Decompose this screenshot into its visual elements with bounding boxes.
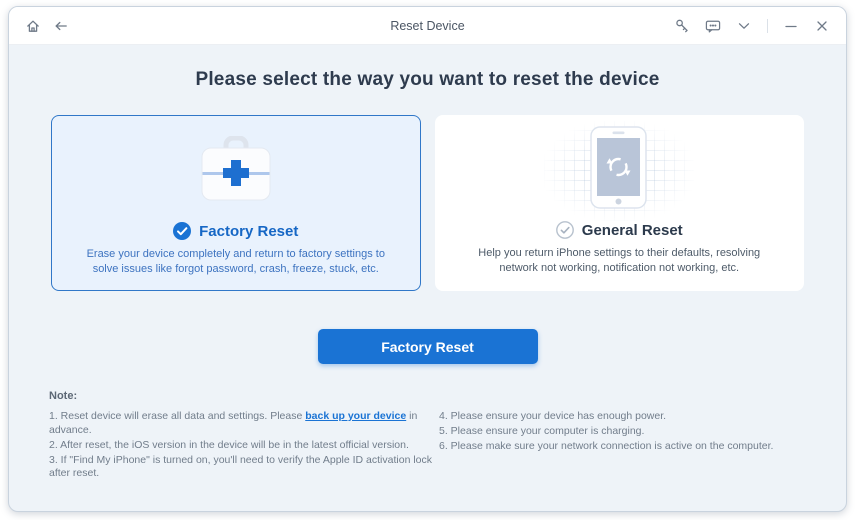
note-columns: 1. Reset device will erase all data and … bbox=[49, 410, 806, 482]
note-item-1: 1. Reset device will erase all data and … bbox=[49, 410, 433, 437]
note-item-3: 3. If "Find My iPhone" is turned on, you… bbox=[49, 453, 432, 480]
notes-section: Note: 1. Reset device will erase all dat… bbox=[49, 390, 806, 482]
note-column-left: 1. Reset device will erase all data and … bbox=[49, 410, 433, 482]
general-reset-card[interactable]: General Reset Help you return iPhone set… bbox=[434, 115, 805, 291]
note-column-right: 4. Please ensure your device has enough … bbox=[439, 410, 806, 482]
selected-check-icon bbox=[173, 222, 192, 240]
factory-reset-card[interactable]: Factory Reset Erase your device complete… bbox=[51, 115, 421, 291]
unselected-check-icon bbox=[555, 221, 574, 239]
minimize-icon[interactable] bbox=[783, 18, 799, 34]
note-item-4: 4. Please ensure your device has enough … bbox=[439, 410, 667, 422]
home-icon[interactable] bbox=[25, 18, 41, 34]
titlebar-right bbox=[674, 18, 846, 34]
note-item-2: 2. After reset, the iOS version in the d… bbox=[49, 438, 409, 451]
feedback-icon[interactable] bbox=[705, 18, 721, 34]
backup-device-link[interactable]: back up your device bbox=[305, 410, 406, 422]
factory-reset-media bbox=[52, 128, 420, 214]
menu-chevron-icon[interactable] bbox=[736, 18, 752, 34]
first-aid-kit-icon bbox=[198, 135, 274, 207]
register-key-icon[interactable] bbox=[674, 18, 690, 34]
factory-reset-description: Erase your device completely and return … bbox=[86, 248, 385, 275]
page-title: Please select the way you want to reset … bbox=[195, 69, 660, 90]
back-icon[interactable] bbox=[53, 18, 69, 34]
general-reset-title-row: General Reset bbox=[435, 221, 805, 239]
general-reset-description: Help you return iPhone settings to their… bbox=[478, 247, 761, 274]
general-reset-media bbox=[435, 121, 805, 221]
note-label: Note: bbox=[49, 390, 78, 402]
factory-reset-title: Factory Reset bbox=[199, 222, 299, 240]
note-item-5: 5. Please ensure your computer is chargi… bbox=[439, 425, 645, 437]
titlebar-divider bbox=[767, 18, 768, 33]
note-item-6: 6. Please make sure your network connect… bbox=[439, 440, 774, 452]
factory-reset-title-row: Factory Reset bbox=[52, 222, 420, 240]
note-item-1-prefix: 1. Reset device will erase all data and … bbox=[49, 410, 306, 422]
titlebar: Reset Device bbox=[9, 7, 846, 45]
factory-reset-button[interactable]: Factory Reset bbox=[317, 329, 538, 364]
reset-option-cards: Factory Reset Erase your device complete… bbox=[51, 115, 804, 291]
content-area: Please select the way you want to reset … bbox=[9, 45, 846, 482]
close-icon[interactable] bbox=[814, 18, 830, 34]
titlebar-left bbox=[9, 18, 69, 34]
app-window: Reset Device Please select the way you w… bbox=[8, 6, 847, 512]
phone-refresh-icon bbox=[590, 125, 648, 215]
general-reset-title: General Reset bbox=[581, 221, 683, 239]
